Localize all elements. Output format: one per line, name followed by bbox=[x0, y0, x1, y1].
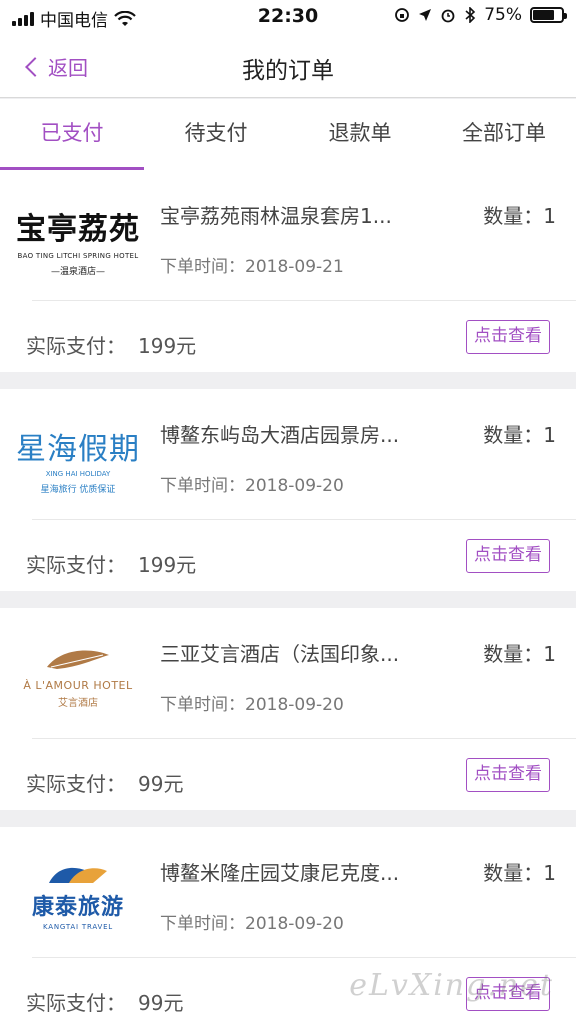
order-time-label: 下单时间： bbox=[160, 257, 245, 277]
logo-subtitle: XING HAI HOLIDAY bbox=[45, 469, 111, 478]
status-right: 75% bbox=[394, 5, 567, 25]
battery-level bbox=[533, 10, 554, 20]
order-time: 下单时间：2018-09-20 bbox=[160, 471, 344, 496]
order-time-value: 2018-09-20 bbox=[245, 695, 344, 715]
paid-value: 199元 bbox=[138, 553, 197, 577]
paid-label: 实际支付： bbox=[26, 991, 126, 1015]
tab-pending[interactable]: 待支付 bbox=[144, 99, 288, 170]
order-quantity: 数量：1 bbox=[483, 642, 556, 666]
divider bbox=[32, 957, 576, 958]
order-time-label: 下单时间： bbox=[160, 695, 245, 715]
tab-all-orders[interactable]: 全部订单 bbox=[432, 99, 576, 170]
tab-paid[interactable]: 已支付 bbox=[0, 99, 144, 170]
paid-amount: 实际支付： 199元 bbox=[26, 330, 196, 359]
divider bbox=[32, 300, 576, 301]
paid-amount: 实际支付： 99元 bbox=[26, 987, 183, 1016]
paid-value: 199元 bbox=[138, 334, 197, 358]
order-card[interactable]: À L'AMOUR HOTEL 艾言酒店 三亚艾言酒店（法国印象... 数量：1… bbox=[0, 608, 576, 810]
logo-subtitle: 艾言酒店 bbox=[58, 698, 98, 709]
order-quantity: 数量：1 bbox=[483, 204, 556, 228]
divider bbox=[32, 738, 576, 739]
paid-label: 实际支付： bbox=[26, 772, 126, 796]
watermark: eLvXing.net bbox=[349, 968, 554, 1003]
logo-title: 星海假期 bbox=[16, 431, 140, 467]
tab-refund[interactable]: 退款单 bbox=[288, 99, 432, 170]
order-name: 宝亭荔苑雨林温泉套房1... bbox=[160, 204, 392, 228]
bluetooth-icon bbox=[465, 7, 476, 23]
logo-title: 康泰旅游 bbox=[31, 895, 124, 920]
logo-title: À L'AMOUR HOTEL bbox=[23, 679, 133, 692]
feather-icon bbox=[47, 650, 109, 669]
logo-tagline: 星海旅行 优质保证 bbox=[40, 484, 116, 495]
order-time-label: 下单时间： bbox=[160, 476, 245, 496]
view-order-button[interactable]: 点击查看 bbox=[466, 758, 550, 792]
hotel-logo: 宝亭荔苑 BAO TING LITCHI SPRING HOTEL —温泉酒店— bbox=[16, 190, 140, 290]
hotel-logo: À L'AMOUR HOTEL 艾言酒店 bbox=[16, 628, 140, 728]
order-time-value: 2018-09-21 bbox=[245, 257, 344, 277]
tab-bar: 已支付 待支付 退款单 全部订单 bbox=[0, 99, 576, 170]
battery-percent: 75% bbox=[484, 5, 522, 25]
order-time-value: 2018-09-20 bbox=[245, 914, 344, 934]
paid-label: 实际支付： bbox=[26, 553, 126, 577]
kangtai-mark-icon bbox=[49, 867, 107, 883]
rotation-lock-icon bbox=[395, 8, 410, 22]
view-order-button[interactable]: 点击查看 bbox=[466, 539, 550, 573]
status-bar: 中国电信 22:30 75% bbox=[0, 0, 576, 34]
paid-amount: 实际支付： 199元 bbox=[26, 549, 196, 578]
order-name: 三亚艾言酒店（法国印象... bbox=[160, 642, 400, 666]
logo-tagline: —温泉酒店— bbox=[50, 266, 105, 277]
order-name: 博鳌东屿岛大酒店园景房... bbox=[160, 423, 400, 447]
order-card[interactable]: 宝亭荔苑 BAO TING LITCHI SPRING HOTEL —温泉酒店—… bbox=[0, 170, 576, 372]
order-name: 博鳌米隆庄园艾康尼克度... bbox=[160, 861, 400, 885]
logo-title: 宝亭荔苑 bbox=[16, 211, 140, 247]
order-time-label: 下单时间： bbox=[160, 914, 245, 934]
order-time: 下单时间：2018-09-20 bbox=[160, 690, 344, 715]
divider bbox=[32, 519, 576, 520]
order-time: 下单时间：2018-09-21 bbox=[160, 252, 344, 277]
hotel-logo: 康泰旅游 KANGTAI TRAVEL bbox=[16, 847, 140, 947]
order-time-value: 2018-09-20 bbox=[245, 476, 344, 496]
paid-value: 99元 bbox=[138, 991, 184, 1015]
order-card[interactable]: 星海假期 XING HAI HOLIDAY 星海旅行 优质保证 博鳌东屿岛大酒店… bbox=[0, 389, 576, 591]
page-title: 我的订单 bbox=[242, 58, 334, 84]
logo-subtitle: KANGTAI TRAVEL bbox=[43, 923, 113, 931]
paid-label: 实际支付： bbox=[26, 334, 126, 358]
location-icon bbox=[419, 9, 432, 21]
paid-value: 99元 bbox=[138, 772, 184, 796]
order-quantity: 数量：1 bbox=[483, 861, 556, 885]
logo-subtitle: BAO TING LITCHI SPRING HOTEL bbox=[17, 251, 139, 260]
battery-icon bbox=[530, 7, 567, 23]
alarm-icon bbox=[441, 9, 455, 23]
order-time: 下单时间：2018-09-20 bbox=[160, 909, 344, 934]
view-order-button[interactable]: 点击查看 bbox=[466, 320, 550, 354]
paid-amount: 实际支付： 99元 bbox=[26, 768, 183, 797]
nav-bar: 返回 我的订单 bbox=[0, 34, 576, 98]
hotel-logo: 星海假期 XING HAI HOLIDAY 星海旅行 优质保证 bbox=[16, 409, 140, 509]
order-quantity: 数量：1 bbox=[483, 423, 556, 447]
